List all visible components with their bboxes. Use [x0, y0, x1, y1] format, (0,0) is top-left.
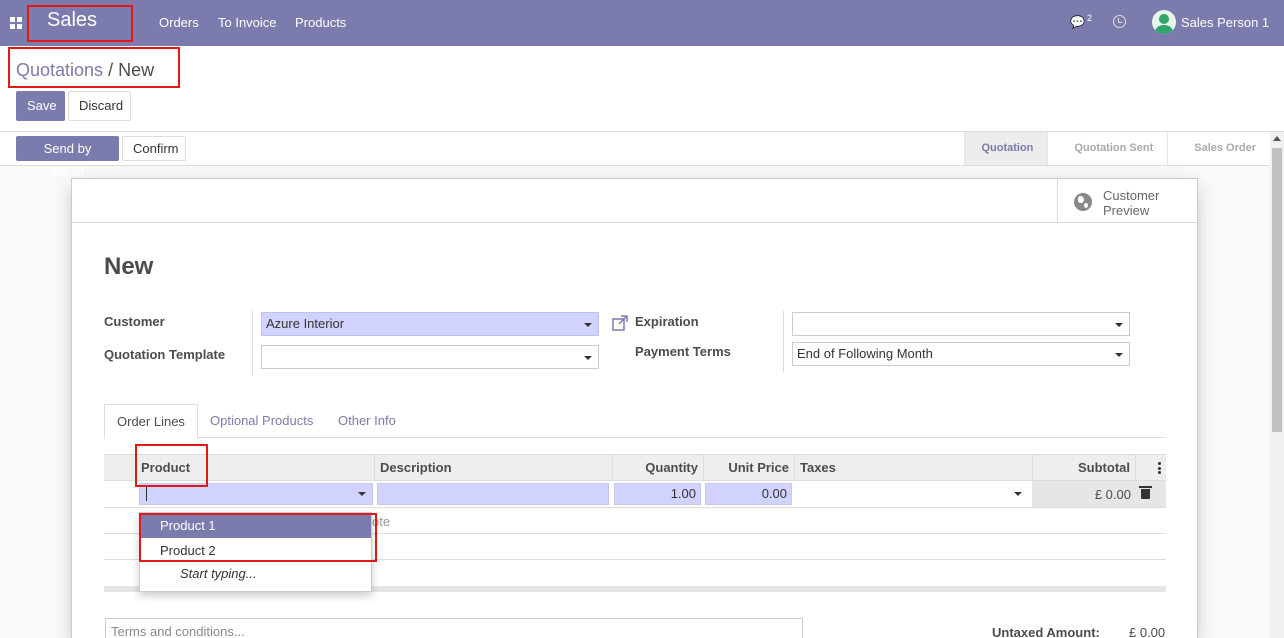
customer-preview-label-line1: Customer — [1103, 188, 1160, 203]
field-separator — [252, 311, 253, 375]
control-panel: Quotations / New Save Discard — [0, 46, 1284, 132]
customer-preview-label-line2: Preview — [1103, 203, 1150, 218]
untaxed-amount-value: £ 0.00 — [1129, 625, 1166, 638]
subtotal-cell-value: £ 0.00 — [1094, 487, 1131, 502]
chevron-down-icon[interactable] — [358, 492, 366, 496]
globe-icon — [1074, 193, 1092, 211]
messages-icon[interactable]: 💬 — [1070, 15, 1085, 29]
apps-menu-icon[interactable] — [10, 17, 22, 29]
payment-terms-value: End of Following Month — [797, 346, 933, 361]
column-options[interactable] — [1135, 455, 1166, 481]
payment-terms-field[interactable]: End of Following Month — [792, 342, 1130, 366]
activity-clock-icon[interactable] — [1113, 15, 1126, 28]
customer-preview-label: Customer Preview — [1103, 188, 1183, 218]
messages-count-badge: 2 — [1087, 13, 1093, 23]
chevron-down-icon[interactable] — [1115, 323, 1123, 327]
menu-orders[interactable]: Orders — [159, 15, 199, 30]
tab-other-info[interactable]: Other Info — [326, 404, 408, 438]
discard-button[interactable]: Discard — [68, 91, 131, 121]
highlight-box-product-options — [139, 513, 377, 562]
chevron-down-icon[interactable] — [584, 356, 592, 360]
chevron-down-icon[interactable] — [1014, 492, 1022, 496]
column-quantity[interactable]: Quantity — [612, 455, 703, 481]
record-title: New — [104, 253, 154, 280]
table-row[interactable]: 1.00 0.00 £ 0.00 — [104, 481, 1166, 508]
status-step-quotation-sent[interactable]: Quotation Sent — [1047, 132, 1167, 165]
column-subtotal[interactable]: Subtotal — [1032, 455, 1135, 481]
highlight-box-breadcrumb — [8, 47, 180, 88]
top-navbar: Sales Orders To Invoice Products 💬 2 Sal… — [0, 0, 1284, 46]
vertical-scrollbar[interactable] — [1270, 132, 1284, 638]
button-box: Customer Preview — [72, 179, 1197, 223]
description-cell-input[interactable] — [377, 483, 609, 505]
statusbar: Send by Email Confirm Quotation Quotatio… — [0, 132, 1270, 179]
text-cursor — [146, 487, 147, 501]
save-button[interactable]: Save — [16, 91, 65, 121]
form-tabs: Order Lines Optional Products Other Info — [104, 404, 1166, 439]
quotation-template-field[interactable] — [261, 345, 599, 369]
highlight-box-product-column — [135, 444, 208, 487]
chevron-down-icon[interactable] — [584, 323, 592, 327]
untaxed-amount-label: Untaxed Amount: — [992, 625, 1100, 638]
status-step-sales-order[interactable]: Sales Order — [1167, 132, 1270, 165]
menu-products[interactable]: Products — [295, 15, 346, 30]
quotation-template-label: Quotation Template — [104, 347, 226, 362]
expiration-label: Expiration — [635, 314, 699, 329]
customer-label: Customer — [104, 314, 165, 329]
send-by-email-button[interactable]: Send by Email — [16, 136, 119, 179]
confirm-button[interactable]: Confirm — [122, 136, 186, 161]
quantity-cell-input[interactable]: 1.00 — [614, 483, 701, 505]
external-link-icon[interactable] — [612, 315, 628, 331]
highlight-box-brand — [27, 5, 133, 42]
user-avatar[interactable] — [1152, 10, 1176, 34]
chevron-down-icon[interactable] — [1115, 353, 1123, 357]
expiration-field[interactable] — [792, 312, 1130, 336]
column-description[interactable]: Description — [374, 455, 612, 481]
payment-terms-label: Payment Terms — [635, 344, 731, 359]
unit-price-cell-input[interactable]: 0.00 — [705, 483, 792, 505]
kebab-menu-icon[interactable] — [1158, 462, 1161, 474]
autocomplete-hint: Start typing... — [180, 566, 257, 581]
customer-preview-button[interactable]: Customer Preview — [1057, 179, 1197, 223]
status-steps: Quotation Quotation Sent Sales Order — [964, 132, 1270, 165]
scroll-up-arrow-icon[interactable] — [1273, 136, 1281, 141]
column-unit-price[interactable]: Unit Price — [703, 455, 794, 481]
taxes-cell-input[interactable] — [796, 483, 1028, 505]
order-lines-header: Product Description Quantity Unit Price … — [104, 454, 1166, 481]
terms-and-conditions-field[interactable]: Terms and conditions... — [105, 618, 803, 638]
user-name[interactable]: Sales Person 1 — [1181, 15, 1269, 30]
status-step-quotation[interactable]: Quotation — [964, 132, 1048, 165]
scrollbar-thumb[interactable] — [1272, 148, 1282, 432]
menu-to-invoice[interactable]: To Invoice — [218, 15, 277, 30]
customer-field[interactable]: Azure Interior — [261, 312, 599, 336]
tab-optional-products[interactable]: Optional Products — [198, 404, 325, 438]
customer-field-value: Azure Interior — [266, 316, 345, 331]
tab-order-lines[interactable]: Order Lines — [104, 404, 198, 439]
trash-icon[interactable] — [1139, 486, 1152, 499]
field-separator — [783, 311, 784, 373]
column-taxes[interactable]: Taxes — [794, 455, 1032, 481]
